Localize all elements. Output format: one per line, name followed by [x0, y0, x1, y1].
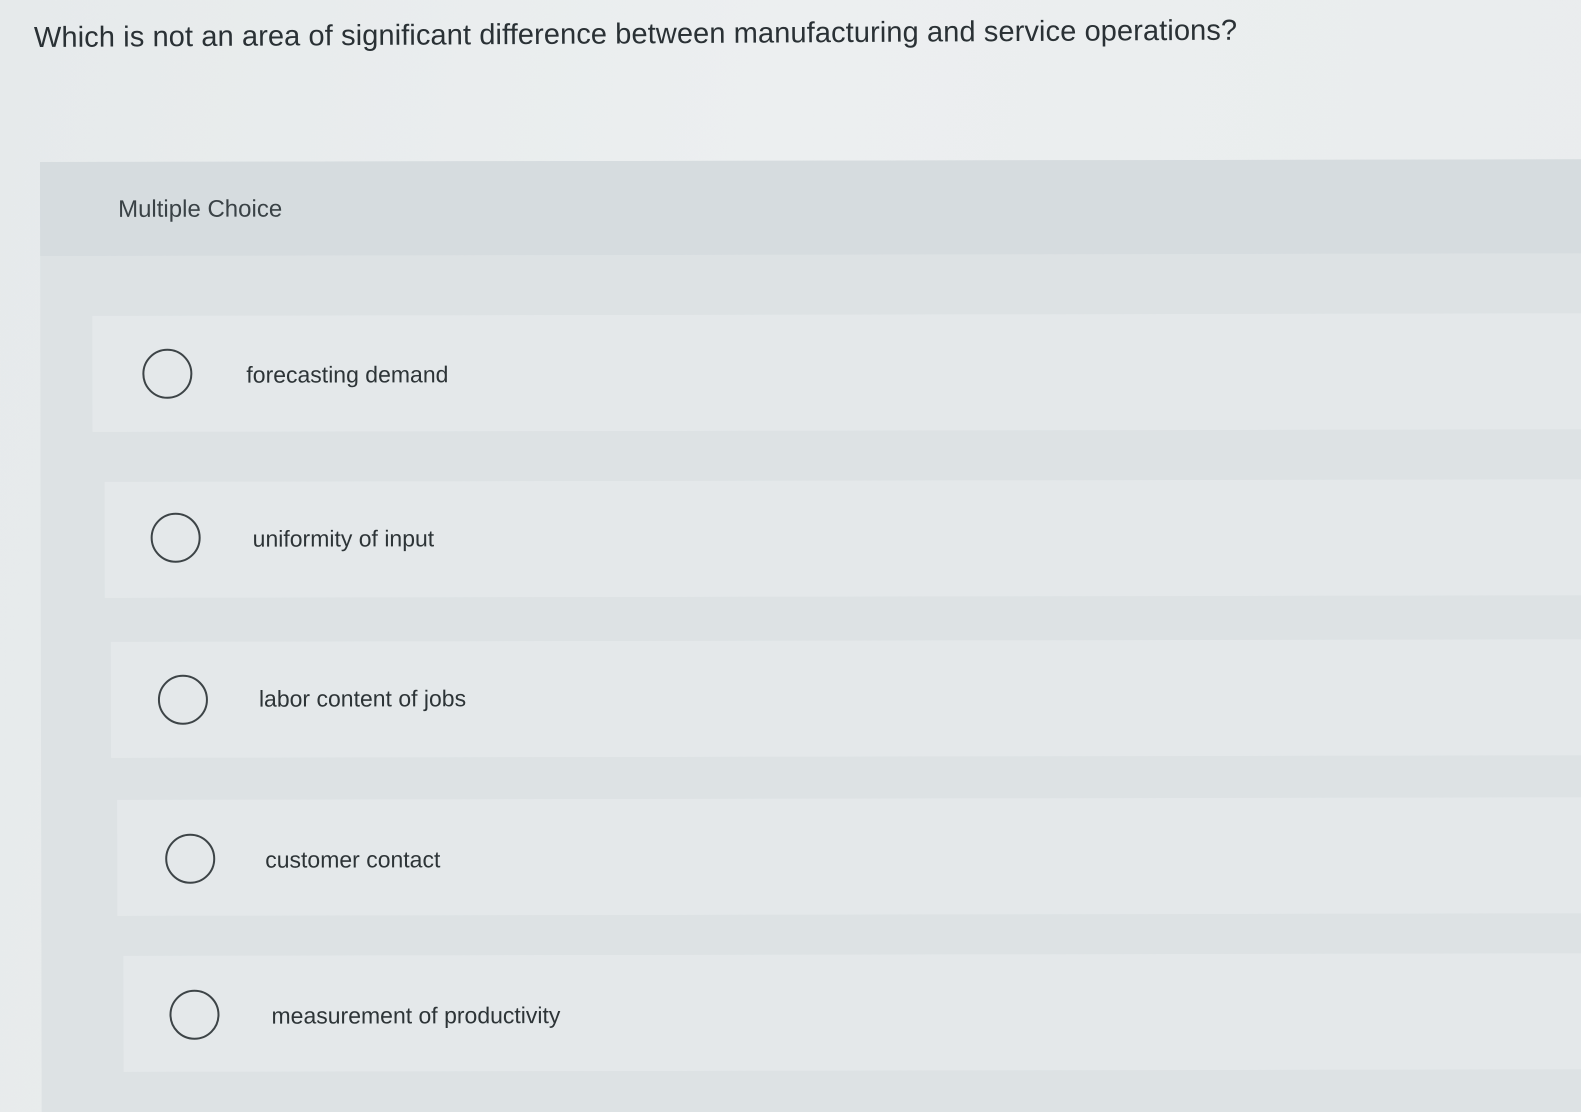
- radio-button[interactable]: [157, 674, 208, 725]
- option-uniformity-of-input[interactable]: uniformity of input: [104, 479, 1581, 598]
- option-label: customer contact: [265, 846, 441, 873]
- multiple-choice-panel: Multiple Choice forecasting demand unifo…: [40, 159, 1581, 1112]
- radio-button[interactable]: [169, 989, 220, 1040]
- panel-title: Multiple Choice: [118, 195, 283, 223]
- radio-button[interactable]: [165, 833, 216, 884]
- option-label: measurement of productivity: [271, 1002, 561, 1029]
- radio-button[interactable]: [142, 348, 193, 399]
- option-measurement-of-productivity[interactable]: measurement of productivity: [123, 953, 1581, 1072]
- option-label: forecasting demand: [246, 361, 449, 388]
- option-customer-contact[interactable]: customer contact: [117, 797, 1581, 916]
- question-text: Which is not an area of significant diff…: [33, 14, 1238, 54]
- option-forecasting-demand[interactable]: forecasting demand: [92, 313, 1581, 432]
- panel-header: Multiple Choice: [40, 159, 1581, 256]
- option-labor-content-of-jobs[interactable]: labor content of jobs: [110, 639, 1581, 758]
- radio-button[interactable]: [150, 512, 201, 563]
- option-label: labor content of jobs: [258, 685, 467, 712]
- option-label: uniformity of input: [252, 525, 435, 552]
